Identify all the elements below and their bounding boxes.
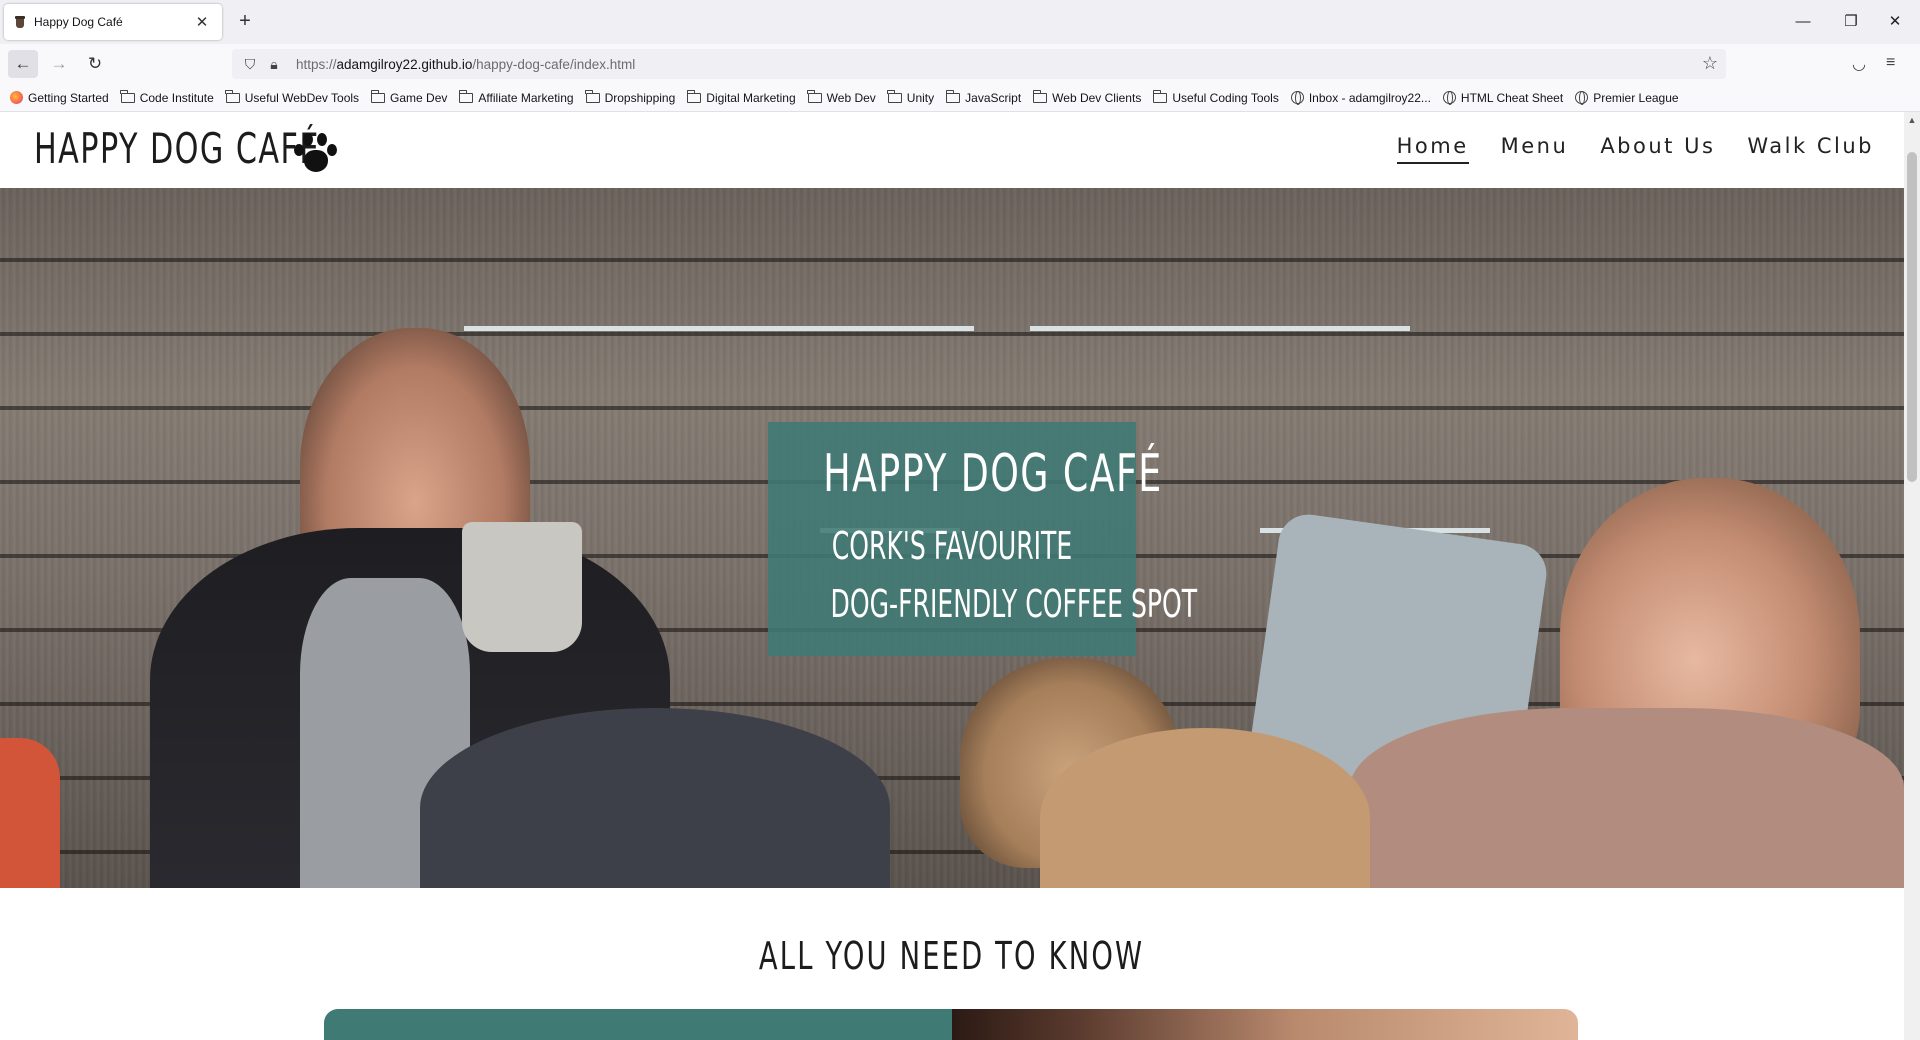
bookmarks-toolbar: Getting Started Code Institute Useful WebD… bbox=[0, 84, 1920, 112]
pocket-icon[interactable]: ◡ bbox=[1852, 54, 1866, 74]
bookmark-item[interactable]: JavaScript bbox=[945, 89, 1022, 105]
menu-hamburger-icon[interactable]: ≡ bbox=[1886, 54, 1895, 72]
web-page: HAPPY DOG CAFÉ Home Menu About Us Walk Club bbox=[0, 112, 1904, 1040]
close-tab-icon[interactable]: ✕ bbox=[192, 13, 212, 31]
folder-icon bbox=[1152, 89, 1168, 103]
bookmark-item[interactable]: Unity bbox=[887, 89, 935, 105]
folder-icon bbox=[945, 89, 961, 103]
info-card-text-panel bbox=[324, 1009, 952, 1040]
bookmark-item[interactable]: Dropshipping bbox=[585, 89, 676, 105]
bookmark-label: HTML Cheat Sheet bbox=[1460, 90, 1564, 105]
site-header: HAPPY DOG CAFÉ Home Menu About Us Walk Club bbox=[0, 112, 1904, 188]
bookmark-item[interactable]: Affiliate Marketing bbox=[459, 89, 574, 105]
bookmark-item[interactable]: Digital Marketing bbox=[686, 89, 796, 105]
folder-icon bbox=[1032, 89, 1048, 103]
bookmark-item[interactable]: Premier League bbox=[1575, 90, 1679, 105]
folder-icon bbox=[807, 89, 822, 103]
bookmark-label: Code Institute bbox=[139, 90, 214, 105]
bookmark-label: Dropshipping bbox=[604, 90, 676, 105]
hero-subtitle-line2: DOG-FRIENDLY COFFEE SPOT bbox=[830, 582, 1198, 626]
folder-icon bbox=[686, 89, 702, 103]
site-nav: Home Menu About Us Walk Club bbox=[1396, 134, 1874, 164]
nav-link-walk-club[interactable]: Walk Club bbox=[1747, 134, 1874, 164]
bookmark-label: Digital Marketing bbox=[706, 90, 796, 105]
new-tab-button[interactable]: + bbox=[234, 10, 256, 32]
hero-subtitle-line1: CORK'S FAVOURITE bbox=[831, 524, 1073, 568]
minimize-window-button[interactable]: — bbox=[1780, 10, 1826, 34]
nav-link-home[interactable]: Home bbox=[1396, 134, 1469, 164]
bookmark-label: Web Dev bbox=[826, 90, 876, 105]
fence-gap bbox=[1030, 326, 1410, 331]
scroll-up-arrow-icon[interactable]: ▲ bbox=[1904, 112, 1920, 128]
bookmark-item[interactable]: Web Dev bbox=[807, 89, 876, 105]
folder-icon bbox=[887, 89, 902, 103]
url-host: adamgilroy22.github.io bbox=[336, 56, 473, 72]
reload-icon[interactable]: ↻ bbox=[80, 50, 110, 78]
tab-title: Happy Dog Café bbox=[34, 15, 123, 29]
coffee-mug bbox=[462, 522, 582, 652]
tracking-shield-icon[interactable]: ⛉ bbox=[238, 56, 262, 73]
navigation-toolbar: ← → ↻ ⛉ 🔒︎ https://adamgilroy22.github.i… bbox=[0, 44, 1920, 84]
forward-arrow-icon[interactable]: → bbox=[44, 50, 74, 78]
bookmark-label: Unity bbox=[906, 90, 935, 105]
bookmark-item[interactable]: Code Institute bbox=[120, 89, 214, 105]
bookmark-label: Affiliate Marketing bbox=[478, 90, 574, 105]
bookmark-label: Useful Coding Tools bbox=[1172, 90, 1279, 105]
browser-tab-active[interactable]: Happy Dog Café ✕ bbox=[4, 4, 222, 40]
bookmark-item[interactable]: HTML Cheat Sheet bbox=[1442, 90, 1564, 105]
bookmark-item[interactable]: Useful WebDev Tools bbox=[225, 89, 360, 105]
section-title-text: ALL YOU NEED TO KNOW bbox=[759, 934, 1145, 978]
url-protocol: https:// bbox=[296, 56, 337, 72]
scrollbar-thumb[interactable] bbox=[1907, 152, 1917, 482]
bookmark-item[interactable]: Game Dev bbox=[370, 89, 448, 105]
coffee-cup-favicon-icon bbox=[14, 15, 26, 29]
restore-window-button[interactable]: ❐ bbox=[1828, 10, 1874, 34]
folder-icon bbox=[370, 89, 386, 103]
globe-icon bbox=[1442, 91, 1456, 105]
close-window-button[interactable]: ✕ bbox=[1872, 10, 1918, 34]
bookmark-label: Useful WebDev Tools bbox=[244, 90, 360, 105]
folder-icon bbox=[120, 89, 135, 103]
page-scrollbar[interactable]: ▲ bbox=[1904, 112, 1920, 1040]
info-card bbox=[324, 1009, 1578, 1040]
logo-text: HAPPY DOG CAFÉ bbox=[34, 124, 320, 173]
address-bar[interactable]: ⛉ 🔒︎ https://adamgilroy22.github.io/happ… bbox=[232, 49, 1726, 79]
tab-strip: Happy Dog Café ✕ + — ❐ ✕ bbox=[0, 0, 1920, 44]
firefox-icon bbox=[10, 91, 23, 104]
nav-link-menu[interactable]: Menu bbox=[1501, 134, 1569, 164]
folder-icon bbox=[459, 89, 474, 103]
bookmark-item[interactable]: Getting Started bbox=[10, 91, 109, 105]
woman-scarf bbox=[1350, 708, 1904, 888]
fence-gap bbox=[464, 326, 974, 331]
paw-print-icon bbox=[290, 130, 342, 178]
site-logo[interactable]: HAPPY DOG CAFÉ bbox=[34, 124, 431, 173]
bookmark-label: Inbox - adamgilroy22... bbox=[1308, 90, 1431, 105]
globe-icon bbox=[1290, 91, 1304, 105]
bookmark-label: Game Dev bbox=[390, 90, 448, 105]
bookmark-item[interactable]: Useful Coding Tools bbox=[1152, 89, 1279, 105]
hero-title: HAPPY DOG CAFÉ bbox=[823, 444, 1163, 504]
orange-cushion bbox=[0, 738, 60, 888]
nav-link-about-us[interactable]: About Us bbox=[1600, 134, 1715, 164]
bookmark-label: Web Dev Clients bbox=[1052, 90, 1142, 105]
section-title: ALL YOU NEED TO KNOW bbox=[0, 934, 1904, 978]
bookmark-star-icon[interactable]: ☆ bbox=[1702, 53, 1718, 74]
bookmark-label: Premier League bbox=[1593, 90, 1679, 105]
folder-icon bbox=[225, 89, 240, 103]
folder-icon bbox=[585, 89, 600, 103]
bookmark-label: Getting Started bbox=[28, 90, 109, 105]
info-card-image bbox=[952, 1009, 1578, 1040]
bookmark-item[interactable]: Web Dev Clients bbox=[1032, 89, 1142, 105]
bookmark-item[interactable]: Inbox - adamgilroy22... bbox=[1290, 90, 1431, 105]
hero-banner: HAPPY DOG CAFÉ CORK'S FAVOURITE DOG-FRIE… bbox=[768, 422, 1198, 656]
browser-window: { "browser": { "tab_title": "Happy Dog C… bbox=[0, 0, 1920, 1040]
globe-icon bbox=[1575, 91, 1589, 105]
lock-icon[interactable]: 🔒︎ bbox=[262, 56, 286, 73]
hero-image: HAPPY DOG CAFÉ CORK'S FAVOURITE DOG-FRIE… bbox=[0, 188, 1904, 888]
url-path: /happy-dog-cafe/index.html bbox=[472, 56, 636, 72]
back-arrow-icon[interactable]: ← bbox=[8, 50, 38, 78]
bookmark-label: JavaScript bbox=[965, 90, 1022, 105]
